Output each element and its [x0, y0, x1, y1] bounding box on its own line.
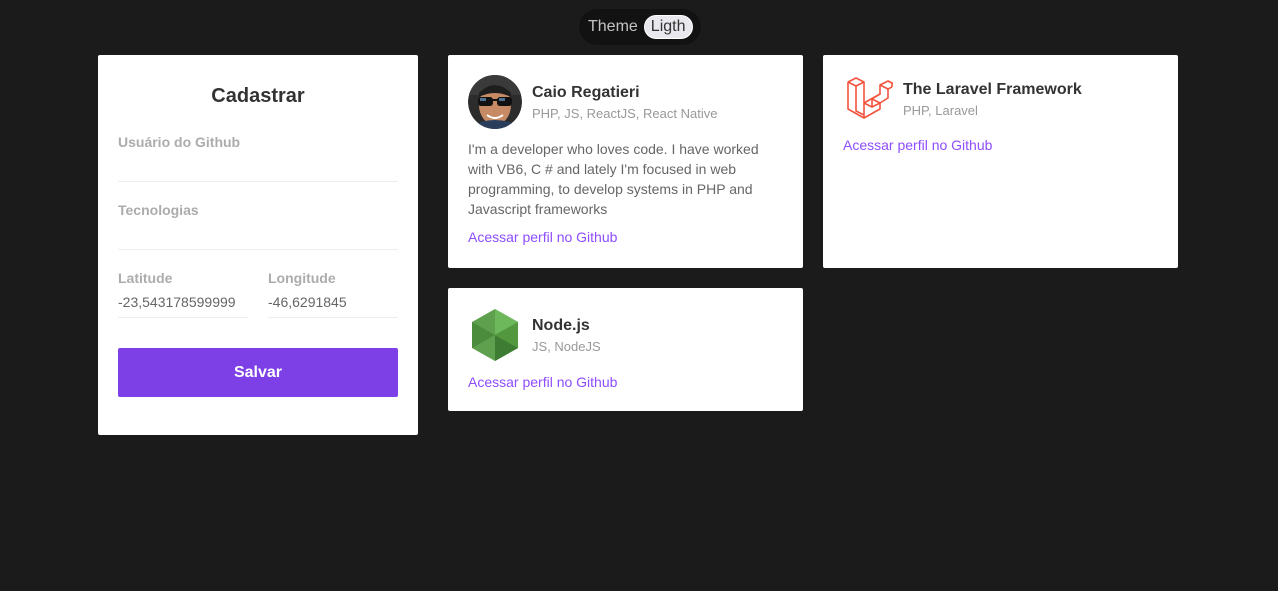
- dev-card-header: The Laravel Framework PHP, Laravel: [843, 75, 1158, 123]
- techs-field: Tecnologias: [118, 202, 398, 250]
- register-form-card: Cadastrar Usuário do Github Tecnologias …: [98, 55, 418, 435]
- user-techs: JS, NodeJS: [532, 338, 601, 354]
- user-techs: PHP, Laravel: [903, 102, 978, 118]
- dev-card-header: Node.js JS, NodeJS: [468, 308, 783, 362]
- longitude-field: Longitude: [268, 270, 398, 318]
- github-profile-link[interactable]: Acessar perfil no Github: [468, 229, 617, 245]
- techs-input[interactable]: [118, 218, 398, 250]
- coordinates-row: Latitude Longitude: [118, 270, 398, 348]
- user-info: The Laravel Framework PHP, Laravel: [903, 81, 1082, 118]
- latitude-field: Latitude: [118, 270, 248, 318]
- avatar-person-photo-icon: [468, 75, 522, 129]
- github-username-input[interactable]: [118, 150, 398, 182]
- theme-label: Theme: [588, 18, 638, 35]
- longitude-input[interactable]: [268, 286, 398, 318]
- user-info: Node.js JS, NodeJS: [532, 317, 601, 354]
- techs-label: Tecnologias: [118, 202, 199, 218]
- latitude-input[interactable]: [118, 286, 248, 318]
- laravel-logo-icon: [845, 75, 893, 123]
- dev-card-header: Caio Regatieri PHP, JS, ReactJS, React N…: [468, 75, 783, 129]
- latitude-label: Latitude: [118, 270, 173, 286]
- user-name: The Laravel Framework: [903, 80, 1082, 98]
- user-bio: I'm a developer who loves code. I have w…: [468, 141, 759, 217]
- github-username-field: Usuário do Github: [118, 134, 398, 182]
- dev-card: Caio Regatieri PHP, JS, ReactJS, React N…: [448, 55, 803, 268]
- github-profile-link[interactable]: Acessar perfil no Github: [468, 374, 617, 390]
- theme-toggle-button[interactable]: Ligth: [643, 15, 693, 39]
- user-name: Node.js: [532, 316, 590, 334]
- dev-card: Node.js JS, NodeJS Acessar perfil no Git…: [448, 288, 803, 411]
- user-techs: PHP, JS, ReactJS, React Native: [532, 105, 718, 121]
- save-button[interactable]: Salvar: [118, 348, 398, 397]
- user-info: Caio Regatieri PHP, JS, ReactJS, React N…: [532, 84, 717, 121]
- github-profile-link[interactable]: Acessar perfil no Github: [843, 137, 992, 153]
- nodejs-logo-icon: [468, 308, 522, 362]
- user-name: Caio Regatieri: [532, 83, 640, 101]
- dev-card: The Laravel Framework PHP, Laravel Acess…: [823, 55, 1178, 268]
- theme-switcher: Theme Ligth: [579, 9, 701, 45]
- form-title: Cadastrar: [211, 85, 305, 107]
- longitude-label: Longitude: [268, 270, 336, 286]
- github-username-label: Usuário do Github: [118, 134, 241, 150]
